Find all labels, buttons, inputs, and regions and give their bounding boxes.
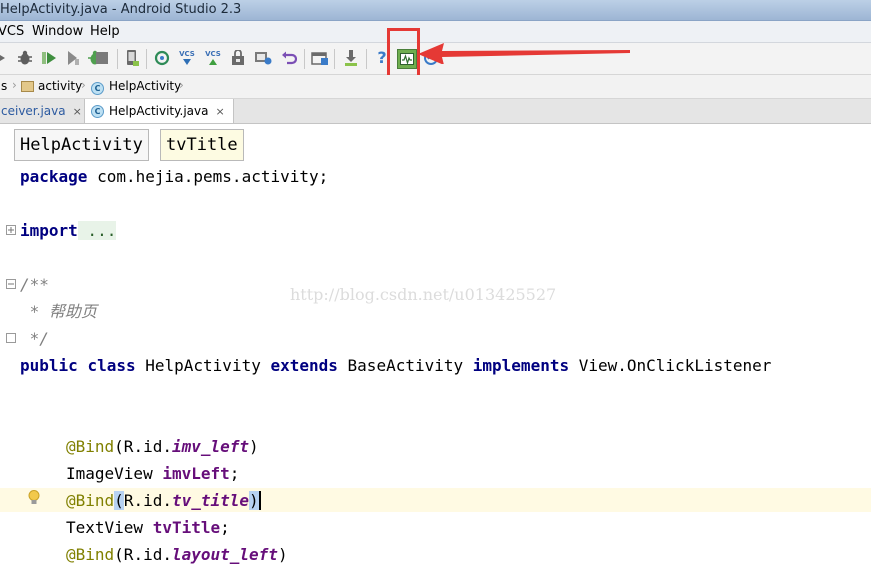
code-line-comment-start: /** — [20, 275, 49, 294]
download-sdk-icon[interactable] — [342, 49, 360, 67]
editor-crumb-field[interactable]: tvTitle — [160, 129, 244, 161]
folder-icon — [21, 81, 34, 92]
code-line-textview-field: TextView tvTitle; — [66, 518, 230, 538]
editor-tab-bar: ceiver.java × C HelpActivity.java × — [0, 99, 871, 124]
keyword: extends — [270, 356, 338, 375]
field-name: imvLeft — [162, 464, 230, 483]
tab-label: HelpActivity.java — [109, 104, 209, 118]
run-coverage-icon[interactable] — [40, 49, 58, 67]
annotation-arrow — [418, 43, 630, 64]
code-line-bind-tv-title: @Bind(R.id.tv_title) — [66, 491, 261, 511]
code-text: ; — [229, 464, 240, 483]
editor-crumb-class[interactable]: HelpActivity — [14, 129, 149, 161]
menu-window[interactable]: Window — [32, 24, 83, 39]
run-partial-icon[interactable] — [0, 49, 10, 67]
code-line-comment-body: * 帮助页 — [20, 302, 97, 321]
code-text: View.OnClickListener — [569, 356, 772, 375]
code-line-package: package com.hejia.pems.activity; — [20, 167, 328, 187]
code-line-class-declaration: public class HelpActivity extends BaseAc… — [20, 356, 771, 376]
revert-icon[interactable] — [280, 49, 298, 67]
profile-icon[interactable] — [63, 49, 81, 67]
tab-helpactivity[interactable]: C HelpActivity.java × — [84, 99, 234, 123]
window-title: HelpActivity.java - Android Studio 2.3 — [0, 2, 242, 17]
keyword: package — [20, 167, 88, 186]
project-structure-icon[interactable] — [229, 49, 247, 67]
tab-label: ceiver.java — [1, 104, 66, 118]
debug-bug-icon[interactable] — [16, 49, 34, 67]
code-line-imageview-field: ImageView imvLeft; — [66, 464, 239, 484]
toolbar-separator — [366, 49, 367, 69]
close-icon[interactable]: × — [73, 105, 82, 118]
code-text: TextView — [66, 518, 153, 537]
toolbar-separator — [334, 49, 335, 69]
toolbar-separator — [146, 49, 147, 69]
lightbulb-icon[interactable] — [27, 489, 41, 511]
code-text: ) — [277, 545, 288, 564]
stop-icon[interactable] — [93, 49, 111, 67]
tab-receiver[interactable]: ceiver.java × — [0, 99, 88, 123]
keyword: class — [87, 356, 136, 375]
chevron-right-icon: › — [81, 78, 86, 92]
menu-help[interactable]: Help — [90, 24, 120, 39]
class-icon: C — [91, 80, 109, 95]
chevron-right-icon: › — [12, 78, 17, 92]
code-text: com.hejia.pems.activity; — [87, 167, 329, 186]
chevron-right-icon: › — [179, 78, 184, 92]
code-text: BaseActivity — [337, 356, 473, 375]
code-line-import: import ... — [20, 221, 117, 241]
annotation: @Bind — [66, 491, 115, 510]
structure-icon[interactable] — [311, 49, 329, 67]
fold-collapse-icon[interactable] — [6, 279, 16, 289]
code-text: R.id. — [123, 491, 172, 510]
vcs-update-icon[interactable]: VCS — [178, 49, 196, 67]
close-icon[interactable]: × — [215, 105, 224, 118]
field-name: imv_left — [171, 437, 250, 456]
toolbar-separator — [304, 49, 305, 69]
avd-manager-icon[interactable] — [123, 49, 141, 67]
title-bar: HelpActivity.java - Android Studio 2.3 — [0, 0, 871, 21]
nav-crumb-parent[interactable]: s — [1, 79, 7, 93]
code-text: (R.id. — [114, 437, 172, 456]
code-line-comment-end: */ — [20, 329, 49, 348]
nav-crumb-activity[interactable]: activity — [38, 79, 82, 93]
code-line-bind-imv-left: @Bind(R.id.imv_left) — [66, 437, 259, 457]
field-name: tv_title — [171, 491, 250, 510]
fold-end-icon[interactable] — [6, 333, 16, 343]
toolbar-separator — [117, 49, 118, 69]
matched-brace: ) — [249, 491, 261, 510]
navigation-bar: s › activity › C HelpActivity › — [0, 75, 871, 99]
code-text: (R.id. — [114, 545, 172, 564]
field-name: tvTitle — [152, 518, 221, 537]
code-text: ) — [249, 437, 259, 456]
sdk-manager-icon[interactable] — [254, 49, 272, 67]
menu-vcs[interactable]: VCS — [0, 24, 24, 39]
annotation: @Bind — [66, 437, 115, 456]
nav-crumb-helpactivity[interactable]: HelpActivity — [109, 79, 181, 93]
folded-imports[interactable]: ... — [77, 221, 117, 240]
vcs-commit-label: VCS — [205, 49, 221, 58]
matched-brace: ( — [114, 491, 124, 510]
keyword: import — [20, 221, 78, 240]
field-name: layout_left — [171, 545, 278, 564]
sync-gradle-icon[interactable] — [153, 49, 171, 67]
class-badge: C — [91, 82, 104, 95]
code-text: ; — [220, 518, 230, 537]
annotation: @Bind — [66, 545, 115, 564]
vcs-commit-icon[interactable]: VCS — [204, 49, 222, 67]
vcs-update-label: VCS — [179, 49, 195, 58]
code-line-bind-layout-left: @Bind(R.id.layout_left) — [66, 545, 288, 565]
code-text: HelpActivity — [135, 356, 271, 375]
keyword: implements — [472, 356, 570, 375]
class-icon: C — [91, 104, 104, 118]
code-text: ImageView — [66, 464, 163, 483]
keyword: public — [20, 356, 78, 375]
watermark: http://blog.csdn.net/u013425527 — [290, 285, 557, 304]
fold-expand-icon[interactable] — [6, 225, 16, 235]
